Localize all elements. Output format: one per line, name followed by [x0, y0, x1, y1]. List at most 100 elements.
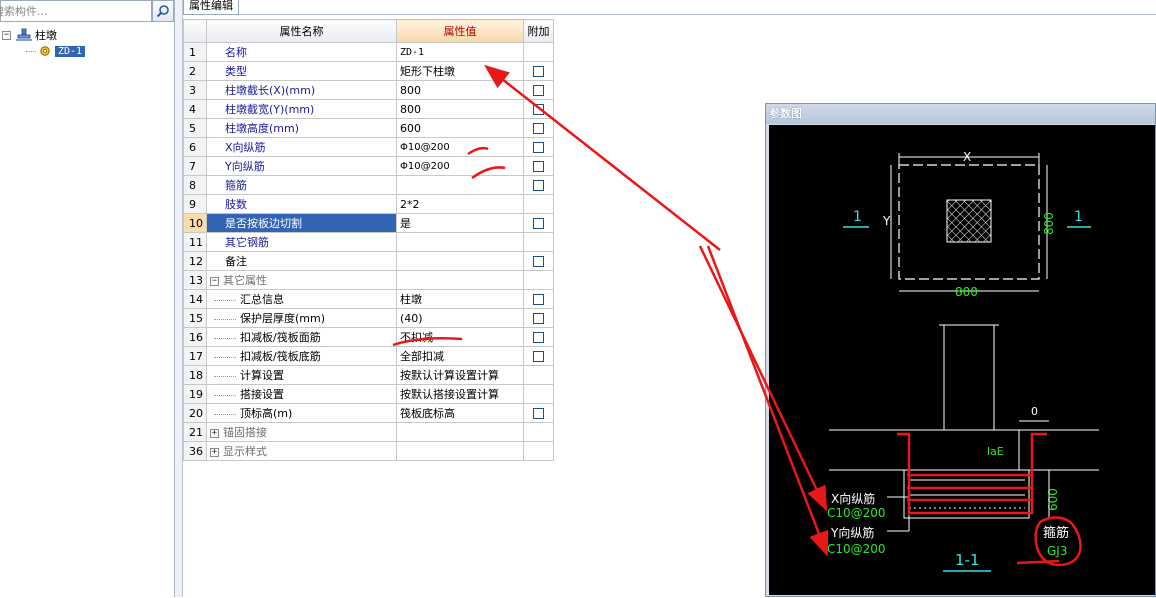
- property-group[interactable]: − 其它属性: [206, 270, 397, 290]
- property-name: 顶标高(m): [206, 403, 397, 423]
- stirrup-value: GJ3: [1047, 544, 1067, 558]
- extra-checkbox[interactable]: [533, 218, 544, 229]
- tree-connector: [214, 337, 236, 339]
- property-value[interactable]: 矩形下柱墩: [396, 61, 524, 81]
- property-name: 柱墩截长(X)(mm): [206, 80, 397, 100]
- property-group[interactable]: + 锚固搭接: [206, 422, 397, 442]
- property-value[interactable]: 柱墩: [396, 289, 524, 309]
- property-label: 扣减板/筏板底筋: [240, 350, 321, 363]
- property-value[interactable]: 不扣减: [396, 327, 524, 347]
- property-value[interactable]: ZD-1: [396, 42, 524, 62]
- pane-splitter[interactable]: [175, 0, 183, 597]
- dim-600-label: 600: [1046, 488, 1060, 511]
- property-value[interactable]: 按默认搭接设置计算: [396, 384, 524, 404]
- extra-checkbox[interactable]: [533, 142, 544, 153]
- extra-checkbox[interactable]: [533, 161, 544, 172]
- dim-800-right: 800: [1042, 212, 1056, 235]
- table-row[interactable]: 16 扣减板/筏板面筋 不扣减: [183, 327, 554, 347]
- table-row[interactable]: 12 备注: [183, 251, 554, 271]
- table-row[interactable]: 9 肢数 2*2: [183, 194, 554, 214]
- table-row[interactable]: 14 汇总信息 柱墩: [183, 289, 554, 309]
- extra-checkbox[interactable]: [533, 294, 544, 305]
- table-row[interactable]: 1 名称 ZD-1: [183, 42, 554, 62]
- tab-property-edit[interactable]: 属性编辑: [183, 0, 239, 15]
- row-number: 1: [183, 42, 207, 62]
- extra-cell: [523, 384, 554, 404]
- tree-connector: [26, 50, 36, 52]
- property-value[interactable]: [396, 251, 524, 271]
- extra-checkbox[interactable]: [533, 351, 544, 362]
- extra-checkbox[interactable]: [533, 180, 544, 191]
- table-row[interactable]: 8 箍筋: [183, 175, 554, 195]
- table-row[interactable]: 17 扣减板/筏板底筋 全部扣减: [183, 346, 554, 366]
- property-value[interactable]: [396, 232, 524, 252]
- extra-checkbox[interactable]: [533, 256, 544, 267]
- table-row-selected[interactable]: 10 是否按板边切割 是: [183, 213, 554, 233]
- extra-checkbox[interactable]: [533, 66, 544, 77]
- extra-checkbox[interactable]: [533, 104, 544, 115]
- extra-cell: [523, 308, 554, 328]
- expand-toggle-icon[interactable]: +: [210, 428, 219, 438]
- property-value[interactable]: [396, 175, 524, 195]
- property-name: 是否按板边切割: [206, 213, 397, 233]
- tree-node-zd1[interactable]: ZD-1: [26, 43, 86, 59]
- row-number-header: [183, 19, 207, 43]
- property-value[interactable]: 按默认计算设置计算: [396, 365, 524, 385]
- extra-cell: [523, 118, 554, 138]
- collapse-toggle-icon[interactable]: −: [210, 276, 219, 286]
- row-number: 36: [183, 441, 207, 461]
- table-row[interactable]: 5 柱墩高度(mm) 600: [183, 118, 554, 138]
- extra-checkbox[interactable]: [533, 332, 544, 343]
- value-column-header[interactable]: 属性值: [396, 19, 524, 43]
- property-value[interactable]: 筏板底标高: [396, 403, 524, 423]
- table-row[interactable]: 3 柱墩截长(X)(mm) 800: [183, 80, 554, 100]
- row-number: 8: [183, 175, 207, 195]
- table-row[interactable]: 20 顶标高(m) 筏板底标高: [183, 403, 554, 423]
- search-button[interactable]: [152, 0, 174, 22]
- table-row[interactable]: 11 其它钢筋: [183, 232, 554, 252]
- property-value[interactable]: 800: [396, 99, 524, 119]
- table-row-group[interactable]: 21 + 锚固搭接: [183, 422, 554, 442]
- property-label: 扣减板/筏板面筋: [240, 331, 321, 344]
- pier-category-icon: [16, 28, 32, 41]
- search-box[interactable]: [0, 0, 152, 22]
- row-number: 2: [183, 61, 207, 81]
- property-group[interactable]: + 显示样式: [206, 441, 397, 461]
- property-name: 其它钢筋: [206, 232, 397, 252]
- row-number: 19: [183, 384, 207, 404]
- table-row[interactable]: 2 类型 矩形下柱墩: [183, 61, 554, 81]
- property-value[interactable]: 2*2: [396, 194, 524, 214]
- property-value[interactable]: Φ10@200: [396, 156, 524, 176]
- property-label: 汇总信息: [240, 293, 284, 306]
- tree-root-label: 柱墩: [35, 29, 57, 42]
- table-row-group[interactable]: 13 − 其它属性: [183, 270, 554, 290]
- extra-column-header[interactable]: 附加: [523, 19, 554, 43]
- extra-checkbox[interactable]: [533, 313, 544, 324]
- property-value[interactable]: Φ10@200: [396, 137, 524, 157]
- expand-toggle-icon[interactable]: +: [210, 447, 219, 457]
- property-value[interactable]: 全部扣减: [396, 346, 524, 366]
- property-value[interactable]: 是: [396, 213, 524, 233]
- extra-cell: [523, 80, 554, 100]
- name-column-header[interactable]: 属性名称: [206, 19, 397, 43]
- table-row-group[interactable]: 36 + 显示样式: [183, 441, 554, 461]
- plan-view: X Y 800 800 1 1: [843, 150, 1091, 299]
- property-value[interactable]: 800: [396, 80, 524, 100]
- extra-checkbox[interactable]: [533, 408, 544, 419]
- search-input[interactable]: [0, 1, 143, 21]
- extra-checkbox[interactable]: [533, 85, 544, 96]
- extra-checkbox[interactable]: [533, 123, 544, 134]
- property-label: 计算设置: [240, 369, 284, 382]
- table-row[interactable]: 18 计算设置 按默认计算设置计算: [183, 365, 554, 385]
- table-row[interactable]: 7 Y向纵筋 Φ10@200: [183, 156, 554, 176]
- table-row[interactable]: 15 保护层厚度(mm) (40): [183, 308, 554, 328]
- table-row[interactable]: 19 搭接设置 按默认搭接设置计算: [183, 384, 554, 404]
- table-row[interactable]: 4 柱墩截宽(Y)(mm) 800: [183, 99, 554, 119]
- table-row[interactable]: 6 X向纵筋 Φ10@200: [183, 137, 554, 157]
- property-value[interactable]: 600: [396, 118, 524, 138]
- tree-node-root[interactable]: − 柱墩: [2, 27, 85, 43]
- property-value[interactable]: (40): [396, 308, 524, 328]
- property-label: 搭接设置: [240, 388, 284, 401]
- dim-label-y: Y: [882, 214, 891, 228]
- collapse-toggle-icon[interactable]: −: [2, 30, 11, 40]
